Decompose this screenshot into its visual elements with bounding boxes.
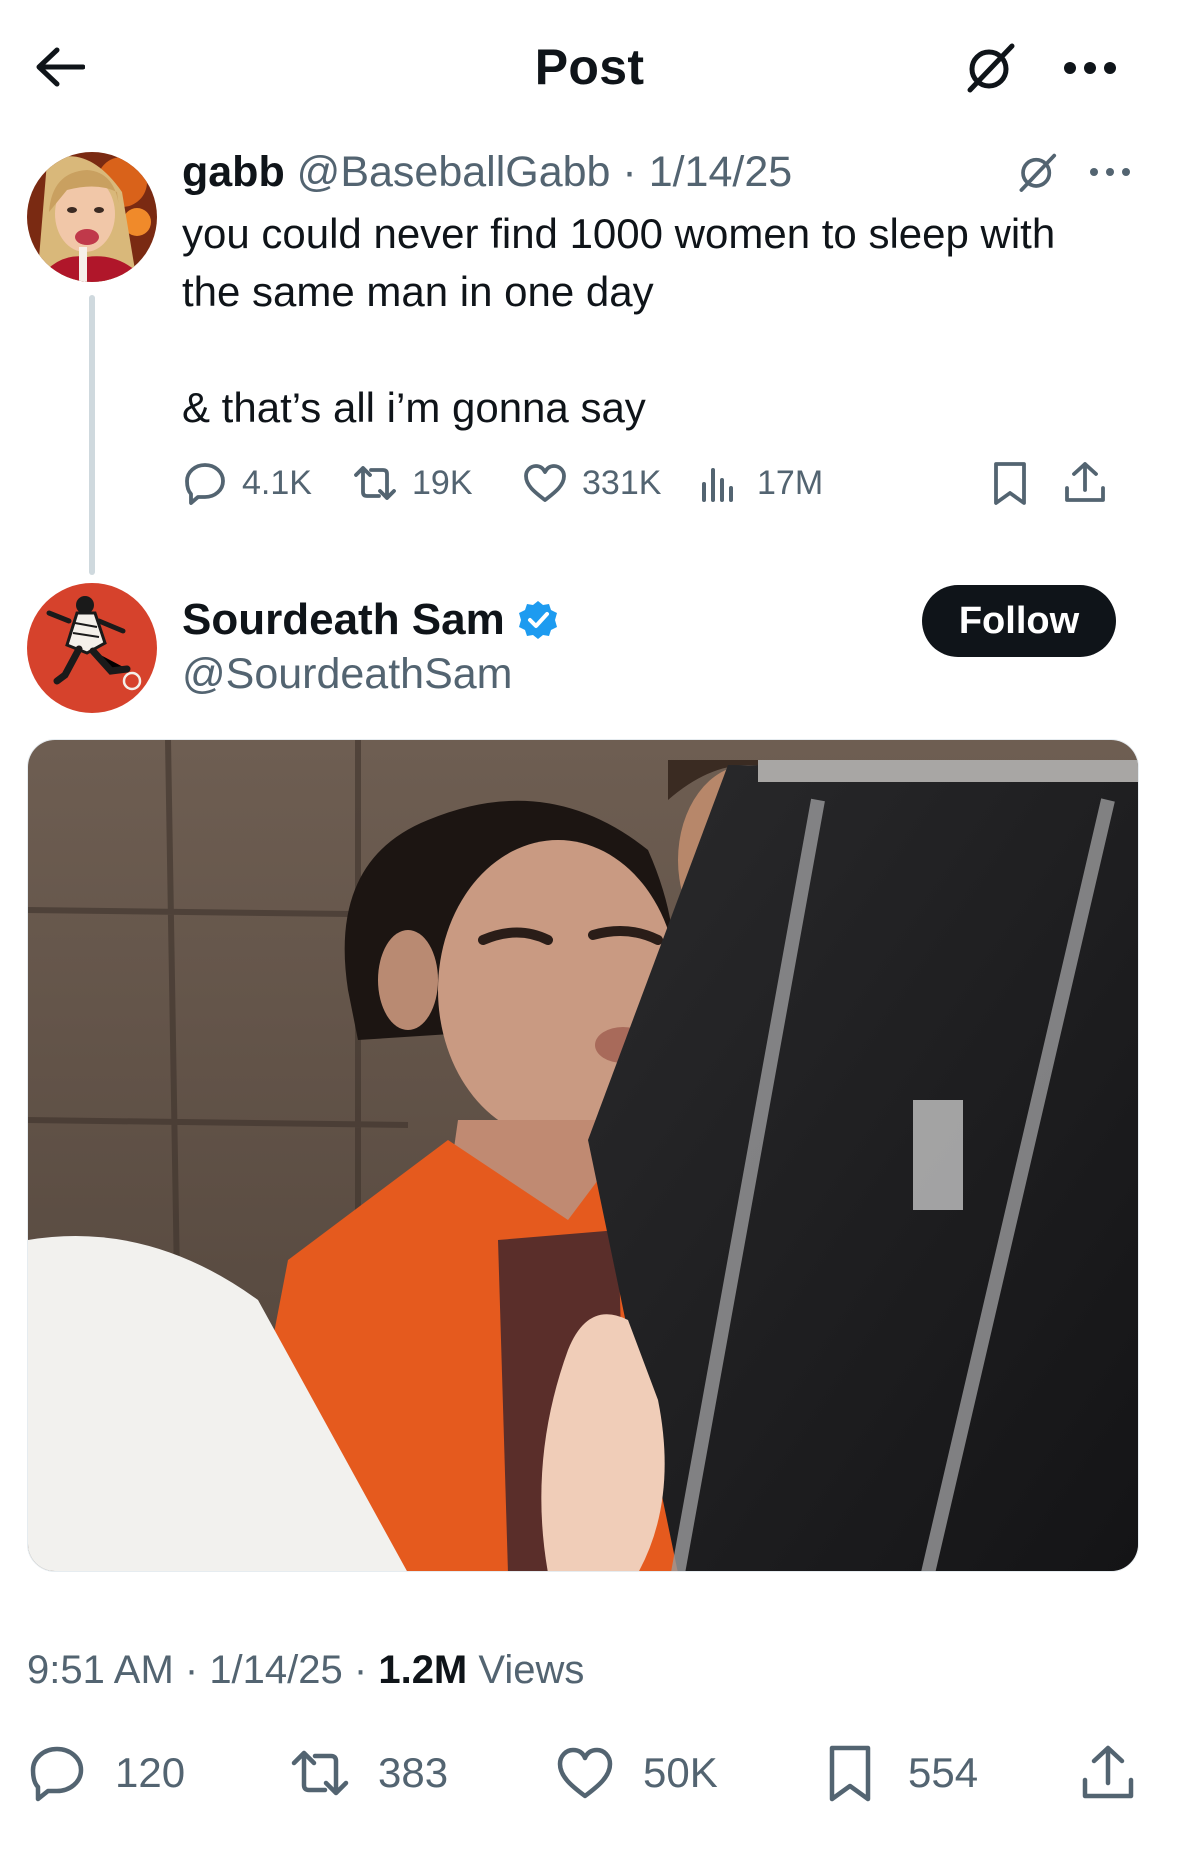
views-label: Views: [478, 1648, 585, 1692]
author-name[interactable]: Sourdeath Sam: [182, 595, 505, 645]
quoted-post-text: you could never find 1000 women to sleep…: [182, 205, 1142, 437]
repost-icon: [291, 1750, 349, 1796]
reply-icon: [30, 1746, 84, 1802]
post-media-video[interactable]: [27, 739, 1139, 1572]
avatar-image: [27, 583, 157, 713]
bookmark-icon: [994, 462, 1026, 505]
quoted-grok-button[interactable]: [1010, 145, 1064, 199]
reply-count: 4.1K: [242, 463, 312, 502]
bookmark-button[interactable]: [987, 453, 1033, 513]
avatar-sourdeath-sam[interactable]: [27, 583, 157, 713]
post-timestamp: 9:51 AM · 1/14/25 · 1.2M Views: [27, 1648, 584, 1693]
meta-separator: ·: [173, 1648, 210, 1692]
author-handle[interactable]: @SourdeathSam: [182, 650, 513, 699]
meta-separator: ·: [610, 148, 649, 196]
top-bar: Post: [0, 0, 1179, 130]
avatar-image: [27, 152, 157, 282]
like-button[interactable]: 50K: [555, 1738, 718, 1808]
quoted-post-actions: 4.1K 19K 331K 17M: [182, 453, 1142, 513]
thread-connector-line: [89, 295, 95, 575]
more-options-button[interactable]: [1055, 33, 1125, 103]
post-date: 1/14/25: [209, 1648, 343, 1692]
share-icon: [1065, 462, 1105, 502]
view-count: 17M: [757, 463, 824, 502]
like-count: 50K: [643, 1749, 718, 1796]
post-text-line: the same man in one day: [182, 268, 654, 315]
views-count: 1.2M: [378, 1648, 468, 1692]
grok-button[interactable]: [955, 33, 1025, 103]
heart-icon: [524, 464, 566, 502]
like-count: 331K: [582, 463, 662, 502]
bookmark-count: 554: [908, 1749, 979, 1796]
reply-icon: [185, 463, 225, 505]
repost-button[interactable]: 19K: [352, 453, 473, 513]
analytics-icon: [702, 468, 733, 502]
post-date[interactable]: 1/14/25: [649, 148, 792, 196]
reply-button[interactable]: 120: [27, 1738, 185, 1808]
share-icon: [1082, 1745, 1134, 1799]
share-button[interactable]: [1062, 453, 1108, 513]
repost-count: 19K: [412, 463, 473, 502]
post-text-line: & that’s all i’m gonna say: [182, 384, 646, 431]
author-handle[interactable]: @BaseballGabb: [297, 148, 611, 196]
quoted-post-header: gabb @BaseballGabb · 1/14/25: [182, 148, 792, 197]
bookmark-icon: [829, 1745, 871, 1802]
grok-icon: [967, 43, 1015, 93]
meta-separator: ·: [342, 1648, 379, 1692]
views-button[interactable]: 17M: [697, 453, 823, 513]
grok-icon: [1019, 153, 1057, 192]
avatar-gabb[interactable]: [27, 152, 157, 282]
main-post-actions: 120 383 50K 554: [0, 1738, 1179, 1808]
follow-button[interactable]: Follow: [922, 585, 1116, 657]
bookmark-button[interactable]: 554: [820, 1738, 978, 1808]
author-name-row[interactable]: Sourdeath Sam: [182, 595, 559, 645]
post-time: 9:51 AM: [27, 1648, 174, 1692]
video-frame-image: [28, 740, 1138, 1571]
quoted-more-button[interactable]: [1085, 148, 1135, 196]
share-button[interactable]: [1078, 1738, 1138, 1808]
reply-count: 120: [115, 1749, 186, 1796]
verified-badge-icon[interactable]: [517, 599, 559, 641]
repost-count: 383: [378, 1749, 449, 1796]
heart-icon: [557, 1747, 613, 1799]
repost-icon: [354, 466, 396, 500]
more-horizontal-icon: [1090, 168, 1130, 176]
post-text-line: you could never find 1000 women to sleep…: [182, 210, 1056, 257]
reply-button[interactable]: 4.1K: [182, 453, 312, 513]
repost-button[interactable]: 383: [290, 1738, 448, 1808]
more-horizontal-icon: [1064, 62, 1116, 74]
like-button[interactable]: 331K: [522, 453, 661, 513]
author-name[interactable]: gabb: [182, 148, 285, 196]
